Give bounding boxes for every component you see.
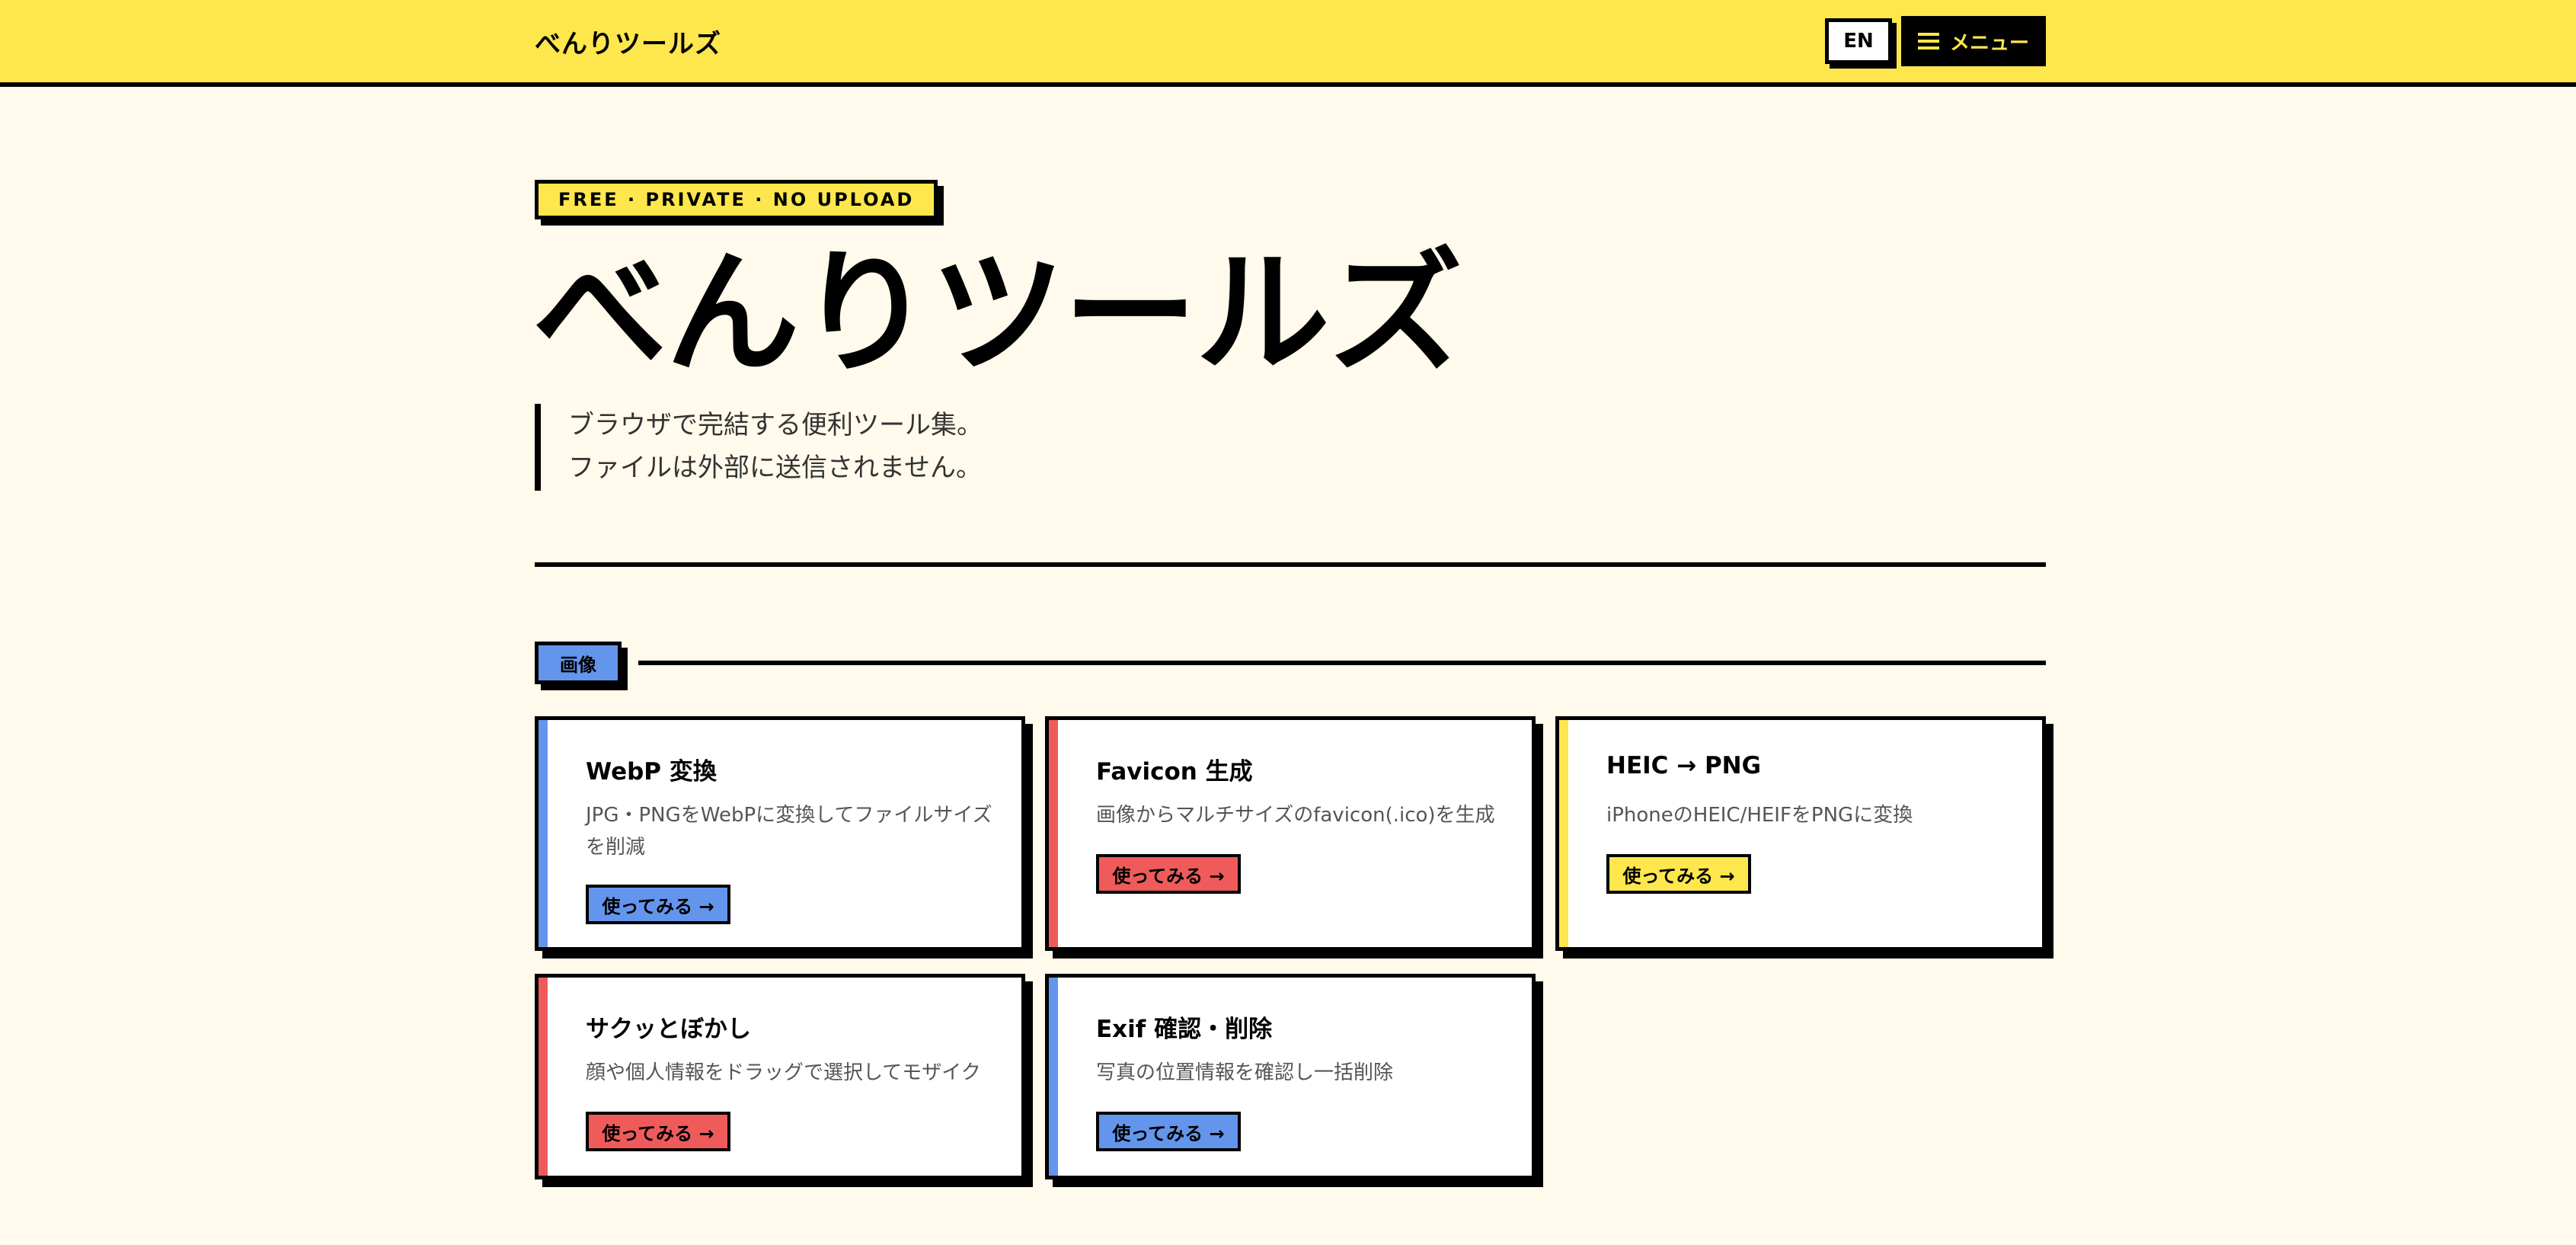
page-title: べんりツールズ [533, 235, 1462, 392]
tool-card-webp[interactable]: WebP 変換 JPG・PNGをWebPに変換してファイルサイズを削減 使ってみ… [535, 716, 1025, 951]
try-button[interactable]: 使ってみる → [1096, 854, 1241, 894]
card-accent-stripe [1049, 720, 1058, 947]
site-header: べんりツールズ EN メニュー [0, 0, 2576, 87]
card-description: 顔や個人情報をドラッグで選択してモザイク [586, 1061, 981, 1084]
try-button[interactable]: 使ってみる → [586, 885, 730, 924]
card-title: Exif 確認・削除 [1096, 1016, 1273, 1043]
card-title: サクッとぼかし [586, 1016, 751, 1043]
hamburger-icon [1917, 33, 1939, 50]
try-button[interactable]: 使ってみる → [1096, 1112, 1241, 1151]
card-accent-stripe [1559, 720, 1568, 947]
section-divider [638, 661, 2046, 665]
section-label-image: 画像 [535, 642, 622, 684]
card-description: 画像からマルチサイズのfavicon(.ico)を生成 [1096, 804, 1495, 827]
tool-card-heic[interactable]: HEIC → PNG iPhoneのHEIC/HEIFをPNGに変換 使ってみる… [1555, 716, 2046, 951]
language-toggle-button[interactable]: EN [1825, 18, 1892, 64]
menu-label: メニュー [1949, 31, 2029, 55]
hero-description: ブラウザで完結する便利ツール集。 ファイルは外部に送信されません。 [535, 404, 983, 491]
header-inner: べんりツールズ EN メニュー [535, 0, 2046, 82]
try-button[interactable]: 使ってみる → [586, 1112, 730, 1151]
tool-card-blur[interactable]: サクッとぼかし 顔や個人情報をドラッグで選択してモザイク 使ってみる → [535, 974, 1025, 1179]
card-description: 写真の位置情報を確認し一括削除 [1096, 1061, 1394, 1084]
card-description: iPhoneのHEIC/HEIFをPNGに変換 [1606, 804, 1913, 827]
hero-divider [535, 562, 2046, 567]
menu-button[interactable]: メニュー [1901, 16, 2046, 66]
card-accent-stripe [539, 978, 548, 1176]
card-title: HEIC → PNG [1606, 752, 1762, 779]
try-button[interactable]: 使ってみる → [1606, 854, 1751, 894]
hero-badge: FREE · PRIVATE · NO UPLOAD [535, 180, 938, 219]
hero-description-line-2: ファイルは外部に送信されません。 [568, 453, 982, 483]
tool-card-favicon[interactable]: Favicon 生成 画像からマルチサイズのfavicon(.ico)を生成 使… [1045, 716, 1536, 951]
tool-card-exif[interactable]: Exif 確認・削除 写真の位置情報を確認し一括削除 使ってみる → [1045, 974, 1536, 1179]
brand-logo[interactable]: べんりツールズ [535, 23, 721, 60]
header-actions: EN メニュー [1825, 16, 2046, 66]
card-accent-stripe [539, 720, 548, 947]
card-accent-stripe [1049, 978, 1058, 1176]
card-title: WebP 変換 [586, 758, 717, 786]
hero-description-line-1: ブラウザで完結する便利ツール集。 [568, 410, 983, 440]
card-title: Favicon 生成 [1096, 758, 1253, 786]
card-description: JPG・PNGをWebPに変換してファイルサイズを削減 [586, 804, 992, 859]
